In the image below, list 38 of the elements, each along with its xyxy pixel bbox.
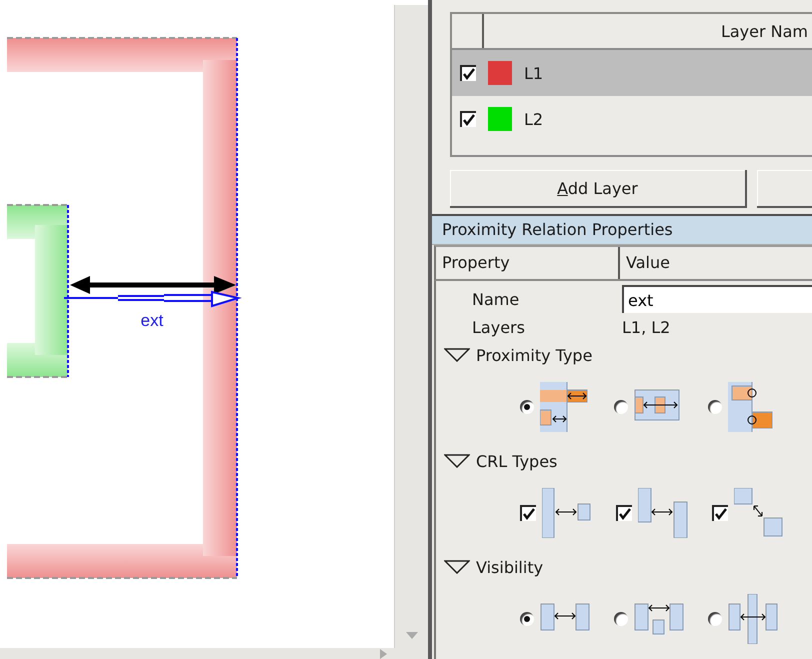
radio-button[interactable] bbox=[708, 612, 722, 626]
relation-label: ext bbox=[140, 311, 164, 330]
layer-name: L1 bbox=[524, 64, 544, 82]
property-value: L1, L2 bbox=[622, 318, 670, 336]
checkbox[interactable] bbox=[460, 111, 476, 127]
layer-row[interactable]: L2 bbox=[452, 96, 812, 142]
diagonal-spacing-icon bbox=[734, 488, 784, 538]
name-field[interactable]: ext bbox=[622, 285, 812, 313]
radio-button[interactable] bbox=[708, 400, 722, 414]
group-title: Proximity Type bbox=[476, 346, 592, 364]
group-title: Visibility bbox=[476, 558, 544, 576]
column-header: Layer Nam bbox=[720, 22, 808, 40]
collapse-triangle-icon[interactable] bbox=[444, 560, 470, 574]
layer-row[interactable]: L1 bbox=[452, 50, 812, 96]
checkbox[interactable] bbox=[460, 65, 476, 81]
radio-button[interactable] bbox=[614, 612, 628, 626]
collapse-triangle-icon[interactable] bbox=[444, 348, 470, 362]
collapse-triangle-icon[interactable] bbox=[444, 454, 470, 468]
column-header: Value bbox=[625, 252, 671, 274]
property-label: Name bbox=[471, 290, 520, 308]
group-title: CRL Types bbox=[476, 452, 558, 470]
add-layer-button[interactable]: Add Layer bbox=[450, 170, 747, 208]
radio-button[interactable] bbox=[614, 400, 628, 414]
checkbox[interactable] bbox=[712, 505, 728, 521]
step-spacing-icon bbox=[638, 488, 688, 538]
checkbox[interactable] bbox=[616, 505, 632, 521]
vertical-scrollbar[interactable] bbox=[394, 5, 428, 648]
radio-button[interactable] bbox=[520, 400, 534, 414]
horizontal-scrollbar[interactable] bbox=[0, 648, 428, 659]
section-title: Proximity Relation Properties bbox=[432, 216, 812, 245]
checkbox[interactable] bbox=[520, 505, 536, 521]
radio-button[interactable] bbox=[520, 612, 534, 626]
edge-spacing-icon bbox=[542, 488, 592, 538]
layer-name: L2 bbox=[524, 110, 544, 128]
crossing-spacing-icon bbox=[728, 594, 778, 644]
property-label: Layers bbox=[471, 318, 526, 336]
overlap-spacing-icon bbox=[540, 382, 590, 432]
column-header: Property bbox=[436, 246, 620, 279]
